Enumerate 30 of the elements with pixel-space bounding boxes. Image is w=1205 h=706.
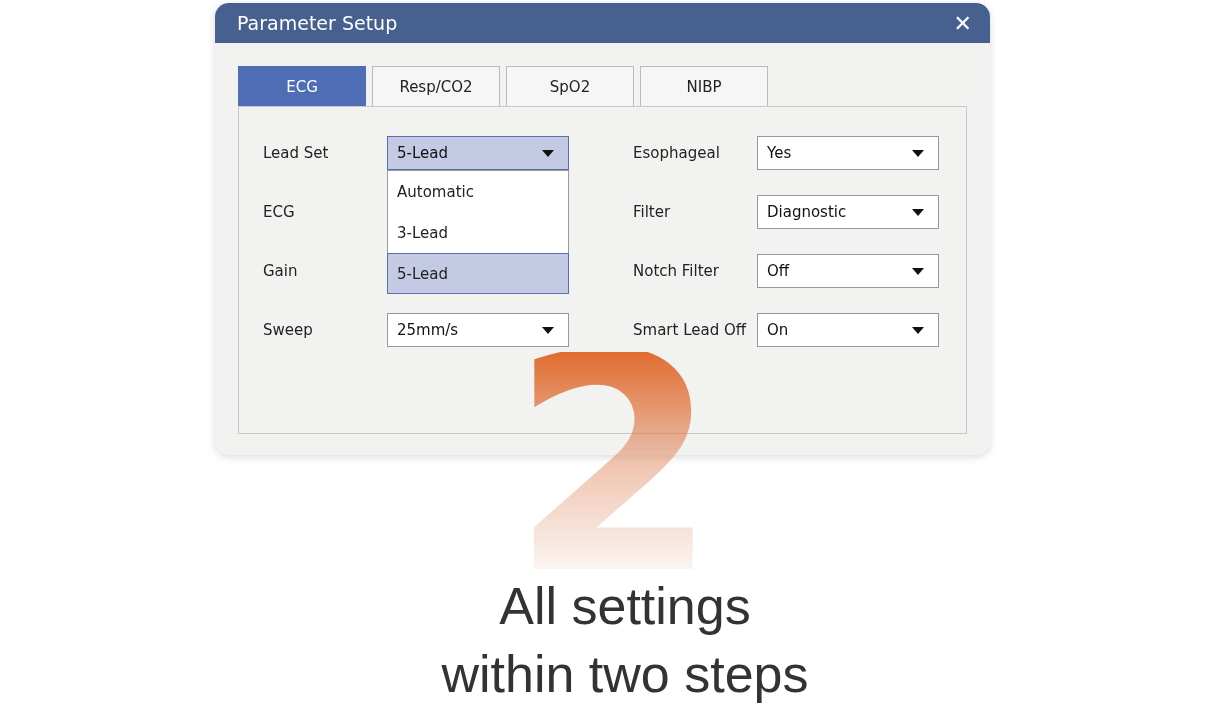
caret-icon	[912, 149, 924, 157]
tab[interactable]: NIBP	[640, 66, 768, 106]
field-label: ECG	[263, 203, 296, 221]
window-title: Parameter Setup	[237, 12, 398, 34]
field-label: Esophageal	[633, 144, 721, 162]
dropdown-option[interactable]: 3-Lead	[388, 212, 568, 253]
dropdown-option[interactable]: Automatic	[388, 171, 568, 212]
caret-icon	[912, 267, 924, 275]
field-label: Sweep	[263, 321, 314, 339]
dropdown[interactable]: Off	[757, 254, 939, 288]
caret-icon	[912, 326, 924, 334]
tab[interactable]: SpO2	[506, 66, 634, 106]
close-button[interactable]: ✕	[949, 10, 976, 36]
dropdown[interactable]: On	[757, 313, 939, 347]
dropdown[interactable]: Diagnostic	[757, 195, 939, 229]
caret-icon	[542, 149, 554, 157]
caret-icon	[912, 208, 924, 216]
field-label: Filter	[633, 203, 672, 221]
dropdown-option[interactable]: 5-Lead	[387, 253, 569, 294]
tab[interactable]: Resp/CO2	[372, 66, 500, 106]
field-label: Smart Lead Off	[633, 321, 748, 339]
dropdown[interactable]: Yes	[757, 136, 939, 170]
caption-text: within two steps	[441, 644, 809, 705]
field-label: Gain	[263, 262, 299, 280]
field-label: Notch Filter	[633, 262, 720, 280]
caret-icon	[542, 326, 554, 334]
field-label: Lead Set	[263, 144, 330, 162]
dropdown[interactable]: 5-Lead	[387, 136, 569, 170]
tab[interactable]: ECG	[238, 66, 366, 106]
dropdown[interactable]: 25mm/s	[387, 313, 569, 347]
